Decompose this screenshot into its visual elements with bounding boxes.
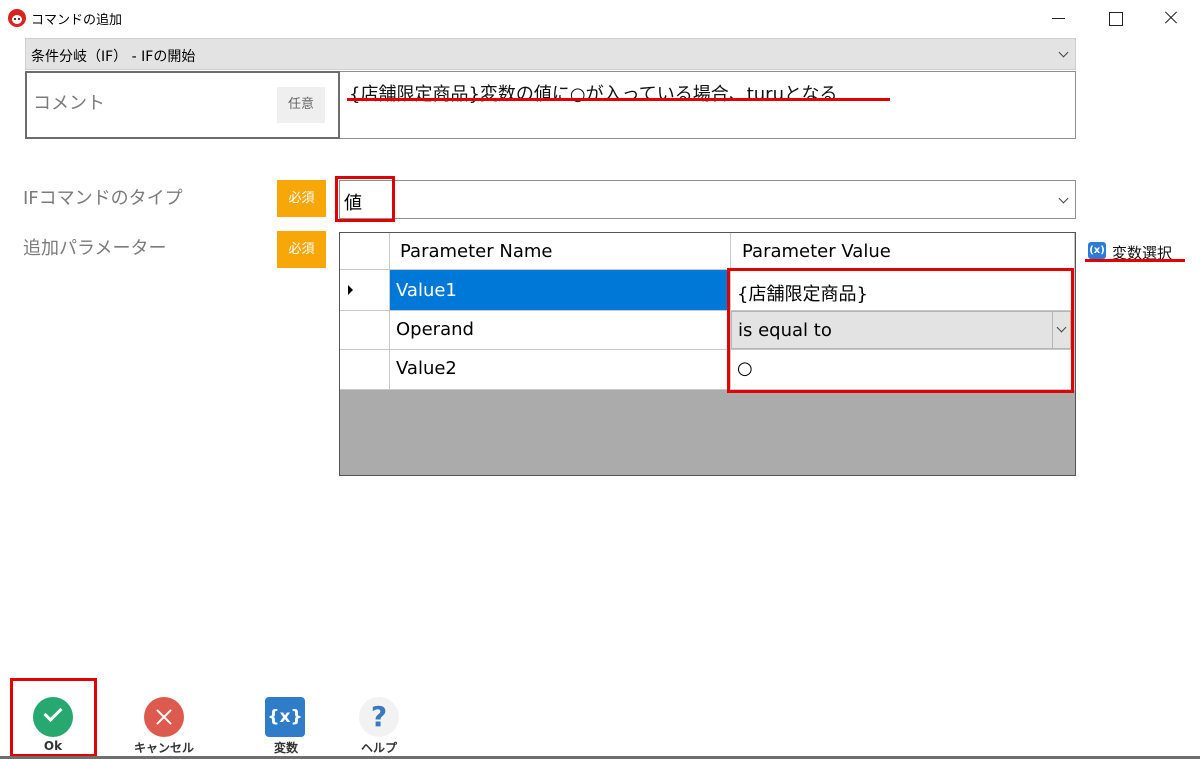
help-button[interactable]: ? ヘルプ	[339, 695, 419, 755]
cancel-label: キャンセル	[133, 741, 194, 755]
variable-link-highlight-underline	[1085, 259, 1185, 262]
variables-icon: {x}	[265, 697, 305, 737]
row-header[interactable]	[340, 311, 390, 350]
command-select-value: 条件分岐（IF） - IFの開始	[31, 49, 196, 65]
title-bar: コマンドの追加	[0, 0, 1200, 36]
required-badge: 必須	[277, 180, 326, 217]
comment-highlight-underline	[347, 98, 890, 101]
optional-badge: 任意	[277, 87, 325, 123]
variables-label: 変数	[273, 741, 298, 755]
chevron-down-icon	[1058, 193, 1069, 204]
param-name-text: Operand	[396, 319, 474, 340]
row-header[interactable]	[340, 350, 390, 390]
cancel-button[interactable]: キャンセル	[124, 695, 204, 755]
if-type-highlight-box	[335, 176, 395, 222]
comment-text: {店舗限定商品}変数の値に○が入っている場合、turuとなる	[349, 84, 838, 105]
column-header-name[interactable]: Parameter Name	[390, 233, 731, 270]
row-header[interactable]	[340, 270, 390, 311]
if-type-select[interactable]: 値	[339, 180, 1076, 219]
param-value-highlight-box	[727, 268, 1074, 393]
params-label: 追加パラメーター	[23, 238, 167, 259]
param-name-cell[interactable]: Value2	[390, 350, 731, 390]
chevron-down-icon	[1058, 47, 1069, 58]
maximize-icon[interactable]	[1102, 5, 1128, 31]
comment-textarea[interactable]: {店舗限定商品}変数の値に○が入っている場合、turuとなる	[340, 71, 1076, 139]
current-row-arrow-icon	[348, 285, 353, 295]
comment-label: コメント	[33, 93, 105, 114]
close-icon[interactable]	[1158, 5, 1184, 31]
window-title: コマンドの追加	[31, 13, 123, 28]
variables-button[interactable]: {x} 変数	[246, 695, 326, 755]
ok-highlight-box	[10, 678, 97, 757]
variable-icon: (x)	[1088, 242, 1106, 259]
help-icon: ?	[359, 697, 399, 737]
command-select[interactable]: 条件分岐（IF） - IFの開始	[25, 38, 1076, 70]
help-label: ヘルプ	[360, 741, 397, 755]
required-badge: 必須	[277, 231, 326, 268]
param-name-cell[interactable]: Value1	[390, 270, 731, 311]
param-name-text: Value2	[396, 358, 457, 379]
app-logo-icon	[8, 9, 26, 27]
minimize-icon[interactable]	[1046, 5, 1072, 31]
param-name-cell[interactable]: Operand	[390, 311, 731, 350]
if-type-label: IFコマンドのタイプ	[23, 188, 183, 209]
grid-corner-cell	[340, 233, 390, 270]
param-name-text: Value1	[396, 280, 457, 301]
column-header-name-text: Parameter Name	[400, 241, 553, 262]
column-header-value-text: Parameter Value	[742, 241, 891, 262]
column-header-value[interactable]: Parameter Value	[731, 233, 1075, 270]
cancel-icon	[144, 697, 184, 737]
